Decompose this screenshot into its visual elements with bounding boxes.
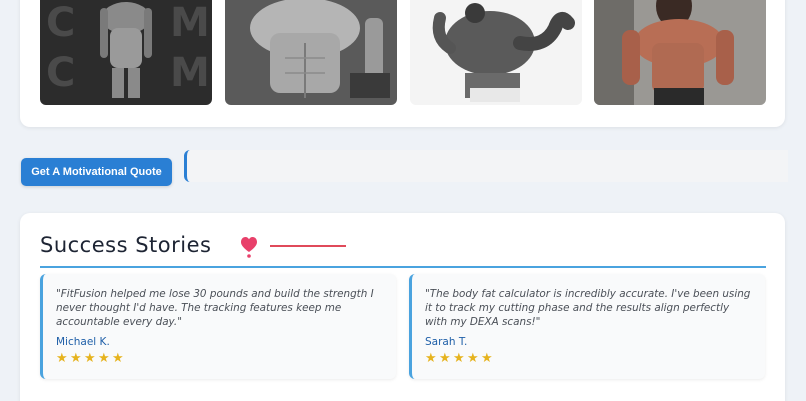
- star-icon: ★: [112, 351, 124, 366]
- quote-display: [184, 150, 788, 182]
- star-icon: ★: [70, 351, 82, 366]
- star-icon: ★: [425, 351, 437, 366]
- success-stories-section: Success Stories "FitFusion helped me los…: [20, 213, 785, 401]
- gallery-card: C M C M: [20, 0, 785, 127]
- star-rating: ★ ★ ★ ★ ★: [425, 351, 753, 366]
- bodybuilder-sketch-icon: [410, 0, 582, 105]
- star-icon: ★: [481, 351, 493, 366]
- testimonial-card: "FitFusion helped me lose 30 pounds and …: [40, 274, 396, 379]
- motivational-quote-button[interactable]: Get A Motivational Quote: [21, 158, 172, 186]
- testimonial-text: "The body fat calculator is incredibly a…: [425, 288, 751, 328]
- star-icon: ★: [439, 351, 451, 366]
- section-divider: [40, 266, 766, 268]
- star-icon: ★: [98, 351, 110, 366]
- svg-text:M: M: [170, 50, 210, 96]
- svg-text:C: C: [46, 50, 75, 96]
- testimonial-text: "FitFusion helped me lose 30 pounds and …: [56, 288, 374, 328]
- heart-icon: [241, 237, 257, 258]
- testimonial-author: Sarah T.: [425, 336, 468, 348]
- gallery-image-3[interactable]: [410, 0, 582, 105]
- bodybuilder-photo-icon: [594, 0, 766, 105]
- gallery-image-4[interactable]: [594, 0, 766, 105]
- testimonial-card: "The body fat calculator is incredibly a…: [409, 274, 765, 379]
- bodybuilder-photo-icon: C M C M: [40, 0, 212, 105]
- testimonial-author: Michael K.: [56, 336, 110, 348]
- star-icon: ★: [453, 351, 465, 366]
- svg-text:C: C: [46, 0, 75, 46]
- bodybuilder-photo-icon: [225, 0, 397, 105]
- star-icon: ★: [84, 351, 96, 366]
- svg-text:M: M: [170, 0, 210, 46]
- star-icon: ★: [467, 351, 479, 366]
- star-icon: ★: [56, 351, 68, 366]
- title-accent-line: [270, 245, 346, 247]
- gallery-image-1[interactable]: C M C M: [40, 0, 212, 105]
- section-title: Success Stories: [40, 233, 212, 257]
- star-rating: ★ ★ ★ ★ ★: [56, 351, 384, 366]
- gallery-image-2[interactable]: [225, 0, 397, 105]
